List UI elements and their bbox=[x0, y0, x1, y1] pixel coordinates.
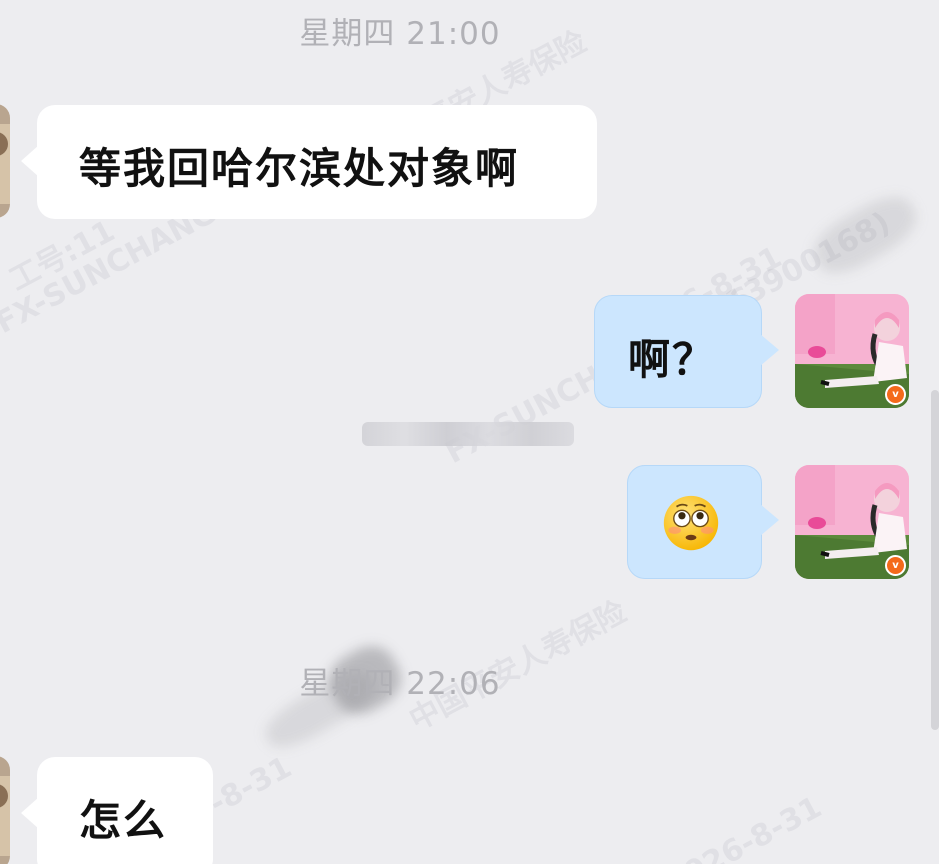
redaction-smudge bbox=[804, 185, 926, 285]
user-avatar[interactable]: v bbox=[795, 294, 909, 408]
message-bubble[interactable]: 等我回哈尔滨处对象啊 bbox=[21, 105, 597, 219]
contact-avatar[interactable] bbox=[0, 104, 10, 218]
message-bubble[interactable] bbox=[627, 465, 779, 579]
user-avatar[interactable]: v bbox=[795, 465, 909, 579]
message-text: 怎么 bbox=[79, 796, 168, 845]
watermark: 2026-8-31 bbox=[660, 789, 828, 864]
timestamp: 星期四 22:06 bbox=[299, 666, 501, 702]
message-bubble[interactable]: 怎么 bbox=[21, 757, 213, 864]
vip-badge-icon: v bbox=[885, 555, 906, 576]
vip-badge-icon: v bbox=[885, 384, 906, 405]
message-bubble[interactable]: 啊？ bbox=[594, 295, 779, 408]
scrollbar[interactable] bbox=[931, 390, 939, 730]
message-text: 啊？ bbox=[628, 335, 717, 384]
watermark: 工号:11 bbox=[3, 213, 121, 298]
message-text: 等我回哈尔滨处对象啊 bbox=[79, 144, 520, 193]
flushed-face-emoji bbox=[663, 495, 719, 551]
timestamp: 星期四 21:00 bbox=[299, 16, 501, 52]
chat-window: 中国平安人寿保险 FX-SUNCHANGBI396 FX-SUNCHANGBI3… bbox=[0, 0, 939, 864]
contact-avatar[interactable] bbox=[0, 756, 10, 864]
redacted-content bbox=[362, 422, 574, 446]
